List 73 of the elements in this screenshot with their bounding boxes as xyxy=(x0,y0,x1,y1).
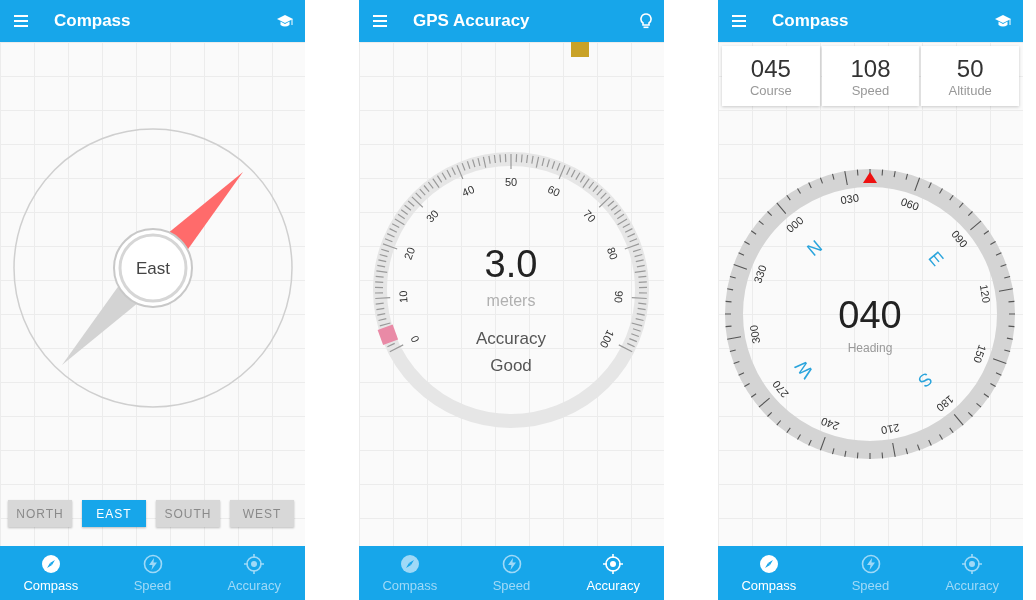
target-icon xyxy=(962,553,983,574)
scale-label: 180 xyxy=(934,393,957,415)
accuracy-rating: Good xyxy=(490,356,532,375)
scale-label: 80 xyxy=(604,245,621,262)
unit-label: meters xyxy=(486,292,536,309)
scale-label: 70 xyxy=(581,207,599,225)
nav-tab[interactable]: Speed xyxy=(819,546,922,600)
nav-tab[interactable]: Accuracy xyxy=(921,546,1023,600)
compass-icon xyxy=(399,553,420,574)
cardinal-label: E xyxy=(924,247,948,270)
speed-icon xyxy=(501,553,522,574)
direction-button[interactable]: SOUTH xyxy=(156,500,220,527)
nav-tab[interactable]: Speed xyxy=(460,546,563,600)
speed-icon xyxy=(860,553,881,574)
status-square xyxy=(571,42,589,57)
nav-tab[interactable]: Compass xyxy=(359,546,461,600)
compass-icon xyxy=(40,553,61,574)
scale-label: 120 xyxy=(977,283,993,304)
scale-label: 20 xyxy=(401,245,418,262)
menu-icon[interactable] xyxy=(373,15,387,27)
screen-title: Compass xyxy=(772,11,850,31)
heading-caption: Heading xyxy=(847,341,893,355)
nav-tab[interactable]: Accuracy xyxy=(203,546,305,600)
scale-label: 060 xyxy=(899,195,921,213)
scale-label: 60 xyxy=(545,182,562,199)
scale-label: 40 xyxy=(460,182,477,199)
scale-label: 150 xyxy=(971,343,989,365)
scale-label: 330 xyxy=(751,263,769,285)
scale-label: 240 xyxy=(819,415,841,433)
cardinal-label: N xyxy=(803,236,827,260)
scale-label: 000 xyxy=(783,213,806,235)
scale-label: 210 xyxy=(880,421,901,437)
nav-tab[interactable]: Speed xyxy=(101,546,204,600)
scale-label: 300 xyxy=(747,324,763,345)
direction-button[interactable]: NORTH xyxy=(8,500,72,527)
menu-icon[interactable] xyxy=(732,15,746,27)
menu-icon[interactable] xyxy=(14,15,28,27)
speed-icon xyxy=(142,553,163,574)
accuracy-value: 3.0 xyxy=(484,243,538,285)
accuracy-caption: Accuracy xyxy=(476,329,546,348)
scale-label: 100 xyxy=(597,328,617,350)
nav-tab[interactable]: Compass xyxy=(0,546,102,600)
target-icon xyxy=(244,553,265,574)
nav-tab[interactable]: Accuracy xyxy=(562,546,664,600)
screen-title: Compass xyxy=(54,11,132,31)
scale-label: 030 xyxy=(839,191,860,207)
scale-label: 0 xyxy=(408,333,422,345)
nav-tab[interactable]: Compass xyxy=(718,546,820,600)
scale-label: 50 xyxy=(504,176,518,188)
graduation-cap-icon[interactable] xyxy=(277,14,293,28)
stat-label: Altitude xyxy=(948,82,992,98)
graduation-cap-icon[interactable] xyxy=(995,14,1011,28)
stat-label: Speed xyxy=(851,82,890,98)
scale-label: 90 xyxy=(612,290,626,304)
direction-button[interactable]: WEST xyxy=(230,500,294,527)
lightbulb-icon[interactable] xyxy=(640,12,652,30)
stat-value: 50 xyxy=(956,54,984,83)
cardinal-label: S xyxy=(914,368,937,392)
stat-value: 045 xyxy=(750,54,791,83)
target-icon xyxy=(603,553,624,574)
compass-icon xyxy=(758,553,779,574)
cardinal-label: W xyxy=(791,356,818,383)
screen-title: GPS Accuracy xyxy=(413,11,531,31)
scale-label: 10 xyxy=(396,290,410,304)
direction-button[interactable]: EAST xyxy=(82,500,146,527)
heading-value: 040 xyxy=(838,294,902,336)
scale-label: 30 xyxy=(423,207,441,225)
scale-label: 090 xyxy=(949,227,971,250)
heading-pointer xyxy=(863,172,877,183)
stat-label: Course xyxy=(749,82,792,98)
stat-value: 108 xyxy=(850,54,891,83)
scale-label: 270 xyxy=(769,378,791,401)
direction-label: East xyxy=(136,259,170,278)
